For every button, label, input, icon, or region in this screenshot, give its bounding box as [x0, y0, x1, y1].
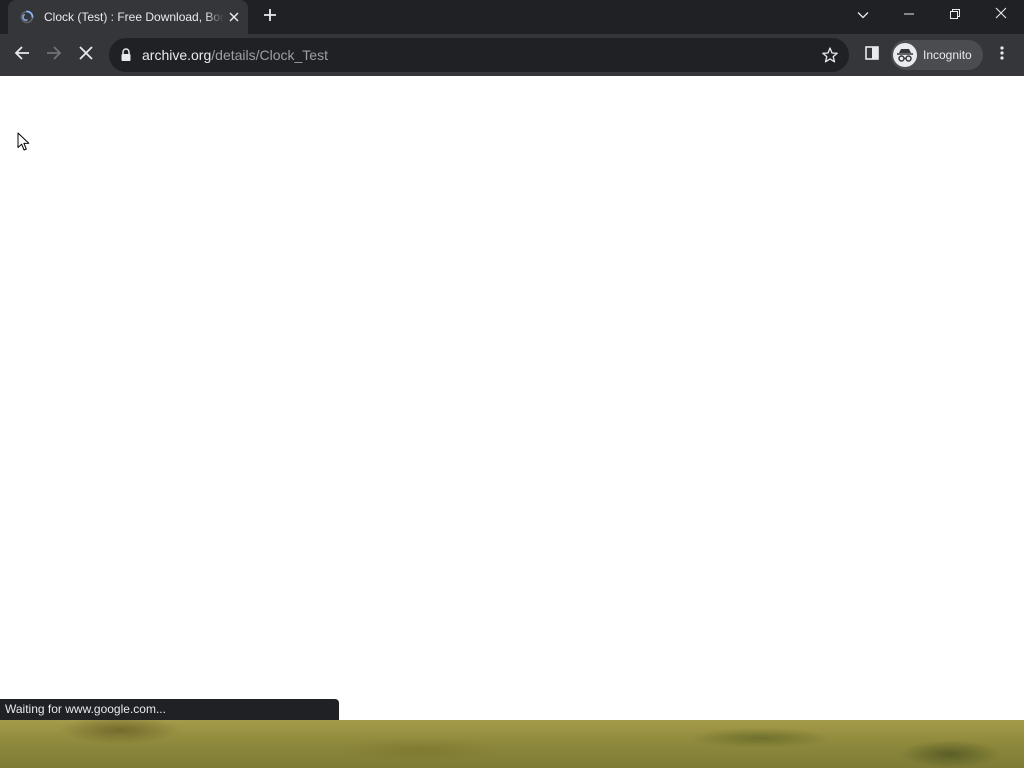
restore-icon	[950, 6, 960, 24]
profile-button[interactable]: Incognito	[891, 40, 983, 70]
arrow-left-icon	[14, 45, 30, 66]
page-content[interactable]: Waiting for www.google.com...	[0, 76, 1024, 720]
kebab-menu-icon	[1000, 45, 1004, 65]
tab-title: Clock (Test) : Free Download, Borrow, an…	[44, 9, 224, 25]
status-text: Waiting for www.google.com...	[5, 702, 166, 716]
plus-icon	[263, 8, 277, 27]
lock-icon[interactable]	[120, 48, 132, 62]
tab-strip: Clock (Test) : Free Download, Borrow, an…	[0, 0, 1024, 34]
arrow-right-icon	[46, 45, 62, 66]
close-icon	[995, 6, 1007, 24]
back-button[interactable]	[6, 39, 38, 71]
toolbar: archive.org/details/Clock_Test Incognito	[0, 34, 1024, 76]
url-text: archive.org/details/Clock_Test	[142, 47, 328, 63]
minimize-button[interactable]	[886, 0, 932, 30]
mouse-pointer-icon	[17, 132, 30, 151]
url-path: /details/Clock_Test	[211, 47, 328, 63]
stop-icon	[79, 45, 93, 65]
address-bar[interactable]: archive.org/details/Clock_Test	[109, 38, 849, 72]
browser-window: Clock (Test) : Free Download, Borrow, an…	[0, 0, 1024, 720]
tab-search-button[interactable]	[840, 0, 886, 30]
url-host: archive.org	[142, 47, 212, 63]
forward-button[interactable]	[38, 39, 70, 71]
status-bubble: Waiting for www.google.com...	[0, 699, 339, 720]
side-panel-icon	[865, 45, 879, 65]
tab-active[interactable]: Clock (Test) : Free Download, Borrow, an…	[8, 0, 248, 34]
bookmark-star-icon[interactable]	[821, 46, 839, 64]
close-window-button[interactable]	[978, 0, 1024, 30]
side-panel-button[interactable]	[856, 39, 888, 71]
new-tab-button[interactable]	[258, 5, 282, 29]
stop-loading-button[interactable]	[70, 39, 102, 71]
chevron-down-icon	[857, 6, 869, 24]
loading-spinner-icon	[20, 10, 34, 24]
browser-menu-button[interactable]	[986, 39, 1018, 71]
profile-label: Incognito	[923, 48, 972, 62]
incognito-icon	[893, 43, 917, 67]
tab-close-icon[interactable]	[226, 9, 242, 25]
desktop-wallpaper	[0, 720, 1024, 768]
minimize-icon	[904, 6, 914, 24]
restore-button[interactable]	[932, 0, 978, 30]
